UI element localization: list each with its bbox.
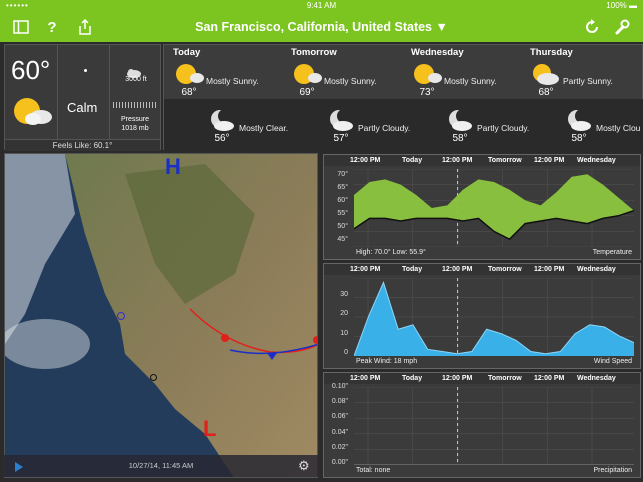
wind-chart-panel: 12:00 PM Today 12:00 PM Tomorrow 12:00 P… [323, 263, 641, 369]
high-pressure-label: H [165, 154, 181, 179]
timeline-label: 12:00 PM [442, 375, 473, 382]
precip-total: Total: none [356, 467, 391, 474]
timeline-label: 12:00 PM [350, 266, 381, 273]
map-station-marker[interactable] [117, 312, 125, 320]
y-tick-label: 0 [344, 349, 348, 356]
timeline-label: Wednesday [577, 266, 616, 273]
timeline-label: 12:00 PM [534, 375, 565, 382]
timeline-label: Wednesday [577, 375, 616, 382]
timeline-label: Wednesday [577, 157, 616, 164]
forecast-day-desc: Mostly Sunny. [444, 76, 497, 86]
y-tick-label: 0.08" [331, 398, 348, 405]
cloud-altitude: 3000 ft [125, 76, 147, 83]
current-temperature: 60° [11, 55, 51, 85]
nav-bar: ? San Francisco, California, United Stat… [0, 12, 643, 42]
pressure-label: Pressure [120, 116, 149, 123]
timeline-label: 12:00 PM [350, 375, 381, 382]
y-tick-label: 55° [337, 210, 348, 217]
forecast-day-desc: Partly Sunny. [563, 76, 613, 86]
weather-map[interactable]: H L [4, 153, 318, 478]
forecast-day-name: Today [173, 47, 201, 58]
partly-sunny-icon [9, 95, 55, 132]
precip-chart-label: Precipitation [593, 467, 632, 474]
temperature-plot [354, 169, 634, 247]
status-time: 9:41 AM [306, 1, 337, 10]
y-tick-label: 20 [340, 310, 348, 317]
timeline-label: Today [402, 157, 423, 164]
pressure-bar [113, 102, 157, 108]
forecast-night-desc: Partly Cloudy. [477, 123, 530, 133]
current-conditions-panel: 60° Calm 3000 ft Pressure 1018 mb Feels … [4, 44, 161, 151]
forecast-day-name: Thursday [530, 47, 573, 58]
location-title[interactable]: San Francisco, California, United States… [0, 20, 643, 34]
y-tick-label: 60° [337, 197, 348, 204]
timeline-label: 12:00 PM [442, 157, 473, 164]
y-tick-label: 45° [337, 236, 348, 243]
y-tick-label: 0.00" [331, 459, 348, 466]
pressure-value: 1018 mb [121, 125, 149, 132]
timeline-label: Today [402, 266, 423, 273]
forecast-day-temp: 73° [419, 87, 435, 98]
battery-indicator: 100% ▬ [606, 1, 637, 10]
low-pressure-label: L [203, 416, 217, 441]
y-tick-label: 0.10" [331, 383, 348, 390]
precipitation-plot [354, 387, 634, 465]
precipitation-chart-panel: 12:00 PM Today 12:00 PM Tomorrow 12:00 P… [323, 372, 641, 478]
status-bar: •••••• 9:41 AM 100% ▬ [0, 0, 643, 12]
forecast-day-desc: Mostly Sunny. [206, 76, 259, 86]
forecast-day-temp: 68° [538, 87, 554, 98]
settings-wrench-icon[interactable] [613, 18, 631, 36]
refresh-icon[interactable] [583, 18, 601, 36]
forecast-day-temp: 68° [181, 87, 197, 98]
y-tick-label: 50° [337, 223, 348, 230]
forecast-panel: Today Tomorrow Wednesday Thursday Mostly… [163, 44, 643, 151]
forecast-day-name: Tomorrow [291, 47, 337, 58]
wind-direction-dot [84, 69, 87, 72]
timeline-label: 12:00 PM [350, 157, 381, 164]
forecast-day-name: Wednesday [411, 47, 464, 58]
y-tick-label: 10 [340, 330, 348, 337]
forecast-night-temp: 58° [452, 133, 468, 144]
map-toolbar: 10/27/14, 11:45 AM ⚙ [4, 455, 318, 477]
y-tick-label: 30 [340, 291, 348, 298]
temperature-summary: High: 70.0° Low: 55.9° [356, 249, 426, 256]
wind-chart-label: Wind Speed [593, 358, 632, 365]
temperature-chart-panel: 12:00 PM Today 12:00 PM Tomorrow 12:00 P… [323, 154, 641, 260]
y-tick-label: 0.04" [331, 429, 348, 436]
map-timestamp: 10/27/14, 11:45 AM [128, 461, 194, 470]
forecast-day-temp: 69° [299, 87, 315, 98]
timeline-label: 12:00 PM [442, 266, 473, 273]
peak-wind: Peak Wind: 18 mph [356, 358, 418, 365]
timeline-label: 12:00 PM [534, 157, 565, 164]
timeline-label: Today [402, 375, 423, 382]
y-tick-label: 0.06" [331, 413, 348, 420]
timeline-label: Tomorrow [488, 157, 522, 164]
forecast-day-desc: Mostly Sunny. [324, 76, 377, 86]
wind-value: Calm [67, 100, 98, 115]
timeline-label: Tomorrow [488, 266, 522, 273]
forecast-night-desc: Mostly Clou [596, 123, 641, 133]
wind-plot [354, 278, 634, 356]
y-tick-label: 0.02" [331, 444, 348, 451]
forecast-night-temp: 58° [571, 133, 587, 144]
forecast-night-desc: Mostly Clear. [239, 123, 289, 133]
forecast-night-temp: 56° [214, 133, 230, 144]
gear-icon[interactable]: ⚙ [298, 458, 310, 474]
map-location-marker[interactable] [150, 374, 157, 381]
y-tick-label: 70° [337, 171, 348, 178]
timeline-label: Tomorrow [488, 375, 522, 382]
y-tick-label: 65° [337, 184, 348, 191]
forecast-night-temp: 57° [333, 133, 349, 144]
temperature-chart-label: Temperature [592, 249, 632, 256]
feels-like: Feels Like: 60.1° [5, 139, 160, 151]
timeline-label: 12:00 PM [534, 266, 565, 273]
forecast-night-desc: Partly Cloudy. [358, 123, 411, 133]
weather-front [189, 308, 317, 360]
